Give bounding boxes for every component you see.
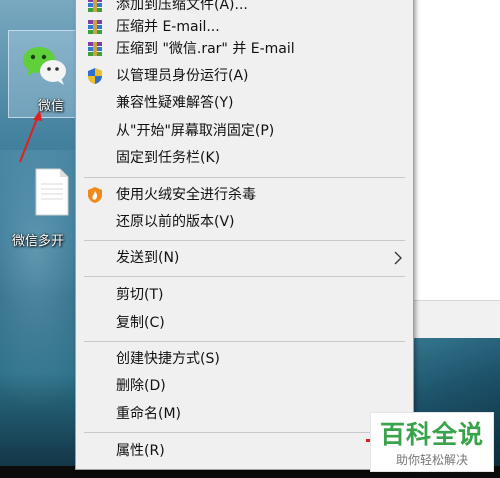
- menu-item-compress-email[interactable]: 压缩并 E-mail...: [76, 15, 413, 39]
- winrar-icon: [88, 42, 102, 56]
- menu-item-label: 以管理员身份运行(A): [116, 68, 249, 84]
- menu-item-huorong-scan[interactable]: 使用火绒安全进行杀毒: [76, 183, 413, 207]
- menu-item-compress-rar-email[interactable]: 压缩到 "微信.rar" 并 E-mail: [76, 37, 413, 61]
- menu-item-rename[interactable]: 重命名(M): [76, 402, 413, 426]
- watermark-badge: 百科全说 助你轻松解决: [370, 412, 494, 472]
- menu-item-label: 从"开始"屏幕取消固定(P): [116, 123, 275, 139]
- desktop-icon-label: 微信多开: [12, 234, 65, 249]
- background-window: [410, 0, 500, 300]
- menu-item-label: 创建快捷方式(S): [116, 351, 220, 367]
- menu-item-label: 删除(D): [116, 378, 166, 394]
- menu-item-label: 使用火绒安全进行杀毒: [116, 187, 256, 203]
- menu-item-cut[interactable]: 剪切(T): [76, 283, 413, 307]
- menu-separator: [84, 341, 405, 342]
- menu-item-label: 复制(C): [116, 315, 165, 331]
- uac-shield-icon: [88, 68, 102, 84]
- background-window-strip: [410, 300, 500, 339]
- annotation-arrow: [19, 110, 42, 163]
- winrar-icon: [88, 0, 102, 12]
- menu-separator: [84, 177, 405, 178]
- menu-item-properties[interactable]: 属性(R): [76, 439, 413, 463]
- context-menu: 添加到压缩文件(A)... 压缩并 E-mail... 压缩到 "微信.rar"…: [75, 0, 414, 470]
- watermark-subtitle: 助你轻松解决: [395, 453, 468, 467]
- document-icon[interactable]: [34, 168, 70, 216]
- menu-separator: [84, 276, 405, 277]
- huorong-icon: [88, 187, 102, 203]
- menu-item-compatibility[interactable]: 兼容性疑难解答(Y): [76, 91, 413, 115]
- winrar-icon: [88, 20, 102, 34]
- watermark-title: 百科全说: [379, 420, 484, 449]
- menu-separator: [84, 432, 405, 433]
- menu-item-label: 属性(R): [116, 443, 165, 459]
- menu-item-copy[interactable]: 复制(C): [76, 311, 413, 335]
- menu-item-label: 剪切(T): [116, 287, 164, 303]
- menu-item-create-shortcut[interactable]: 创建快捷方式(S): [76, 347, 413, 371]
- menu-item-label: 还原以前的版本(V): [116, 214, 235, 230]
- menu-item-label: 重命名(M): [116, 406, 182, 422]
- chevron-right-icon: [394, 251, 402, 265]
- menu-item-label: 固定到任务栏(K): [116, 150, 221, 166]
- menu-item-restore-versions[interactable]: 还原以前的版本(V): [76, 210, 413, 234]
- menu-separator: [84, 240, 405, 241]
- menu-item-label: 兼容性疑难解答(Y): [116, 95, 234, 111]
- menu-item-label: 压缩到 "微信.rar" 并 E-mail: [116, 41, 295, 57]
- menu-item-pin-taskbar[interactable]: 固定到任务栏(K): [76, 146, 413, 170]
- menu-item-delete[interactable]: 删除(D): [76, 374, 413, 398]
- menu-item-send-to[interactable]: 发送到(N): [76, 246, 413, 270]
- menu-item-label: 压缩并 E-mail...: [116, 19, 220, 35]
- wechat-icon: [23, 47, 66, 85]
- menu-item-run-as-admin[interactable]: 以管理员身份运行(A): [76, 64, 413, 88]
- menu-item-unpin-start[interactable]: 从"开始"屏幕取消固定(P): [76, 119, 413, 143]
- menu-item-label: 发送到(N): [116, 250, 180, 266]
